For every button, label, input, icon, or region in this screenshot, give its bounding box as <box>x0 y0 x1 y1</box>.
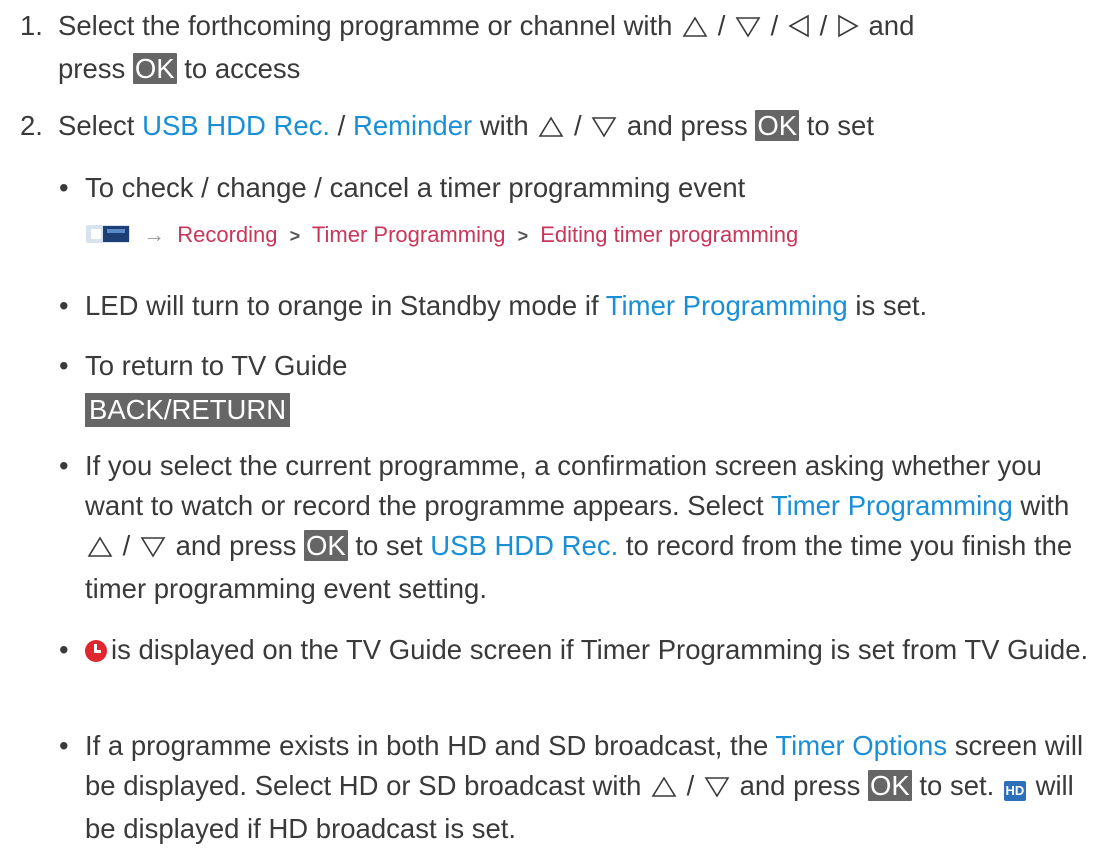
path-link-recording[interactable]: Recording <box>177 222 277 247</box>
step-text: and <box>868 10 915 41</box>
bullet-text: and press <box>739 770 861 801</box>
ok-key: OK <box>868 770 912 801</box>
timer-options-link[interactable]: Timer Options <box>775 730 947 761</box>
bullet-text: is set. <box>855 290 928 321</box>
ok-key: OK <box>755 110 800 141</box>
step-text: to access <box>184 53 301 84</box>
right-triangle-icon <box>837 9 859 49</box>
path-separator: > <box>289 226 301 246</box>
tv-guide-icon <box>86 225 130 243</box>
bullet-text: LED will turn to orange in Standby mode … <box>85 290 599 321</box>
down-triangle-icon <box>735 9 761 49</box>
path-separator: > <box>517 226 529 246</box>
reminder-link[interactable]: Reminder <box>353 110 472 141</box>
step-number: 1. <box>20 10 43 41</box>
bullet-list: LED will turn to orange in Standby mode … <box>58 286 1103 326</box>
bullet-list: To return to TV Guide <box>58 346 1103 386</box>
ok-key: OK <box>132 53 177 84</box>
navigation-path: → Recording > Timer Programming > Editin… <box>85 220 798 251</box>
step-text: press <box>58 53 126 84</box>
bullet-list: If a programme exists in both HD and SD … <box>58 726 1103 849</box>
step-number: 2. <box>20 110 43 141</box>
bullet-text: to set <box>355 530 423 561</box>
ok-key: OK <box>303 530 348 561</box>
usb-hdd-rec-link[interactable]: USB HDD Rec. <box>142 110 330 141</box>
left-triangle-icon <box>788 9 810 49</box>
bullet-text: If a programme exists in both HD and SD … <box>85 730 769 761</box>
bullet-list: is displayed on the TV Guide screen if T… <box>58 630 1103 670</box>
separator: / <box>337 110 346 141</box>
timer-clock-icon <box>85 640 107 662</box>
step-text: Select the forthcoming programme or chan… <box>58 10 673 41</box>
up-triangle-icon <box>651 769 677 809</box>
step-text: to set <box>806 110 874 141</box>
path-link-editing-timer[interactable]: Editing timer programming <box>540 222 798 247</box>
manual-page: 1. Select the forthcoming programme or ch… <box>0 0 1107 844</box>
usb-hdd-rec-link[interactable]: USB HDD Rec. <box>430 530 618 561</box>
step-text: and press <box>626 110 748 141</box>
bullet-hd-sd: If a programme exists in both HD and SD … <box>58 726 1103 849</box>
bullet-list: If you select the current programme, a c… <box>58 446 1103 609</box>
bullet-check-timer: To check / change / cancel a timer progr… <box>58 168 1103 208</box>
bullet-text: To check / change / cancel a timer progr… <box>85 172 746 203</box>
path-link-timer-programming[interactable]: Timer Programming <box>312 222 506 247</box>
step-1-line-2: press OK to access <box>20 49 1100 89</box>
bullet-text: to set. <box>919 770 995 801</box>
arrow-right-icon: → <box>143 222 166 247</box>
down-triangle-icon <box>140 529 166 569</box>
bullet-text: To return to TV Guide <box>85 350 348 381</box>
timer-programming-link[interactable]: Timer Programming <box>771 490 1013 521</box>
bullet-led: LED will turn to orange in Standby mode … <box>58 286 1103 326</box>
down-triangle-icon <box>704 769 730 809</box>
step-text: with <box>479 110 529 141</box>
down-triangle-icon <box>591 109 617 149</box>
timer-programming-link[interactable]: Timer Programming <box>606 290 848 321</box>
bullet-current-programme: If you select the current programme, a c… <box>58 446 1103 609</box>
up-triangle-icon <box>682 9 708 49</box>
step-text: Select <box>58 110 135 141</box>
up-triangle-icon <box>538 109 564 149</box>
step-2: 2. Select USB HDD Rec. / Reminder with / … <box>20 106 1100 149</box>
bullet-text: and press <box>175 530 297 561</box>
bullet-text: is displayed on the TV Guide screen if T… <box>111 634 1089 665</box>
bullet-text: with <box>1020 490 1070 521</box>
back-return-key: BACK/RETURN <box>85 393 291 427</box>
step-1: 1. Select the forthcoming programme or ch… <box>20 6 1100 89</box>
hd-icon: HD <box>1003 781 1026 801</box>
bullet-clock-indicator: is displayed on the TV Guide screen if T… <box>58 630 1103 670</box>
up-triangle-icon <box>87 529 113 569</box>
bullet-return: To return to TV Guide <box>58 346 1103 386</box>
bullet-list: To check / change / cancel a timer progr… <box>58 168 1103 208</box>
